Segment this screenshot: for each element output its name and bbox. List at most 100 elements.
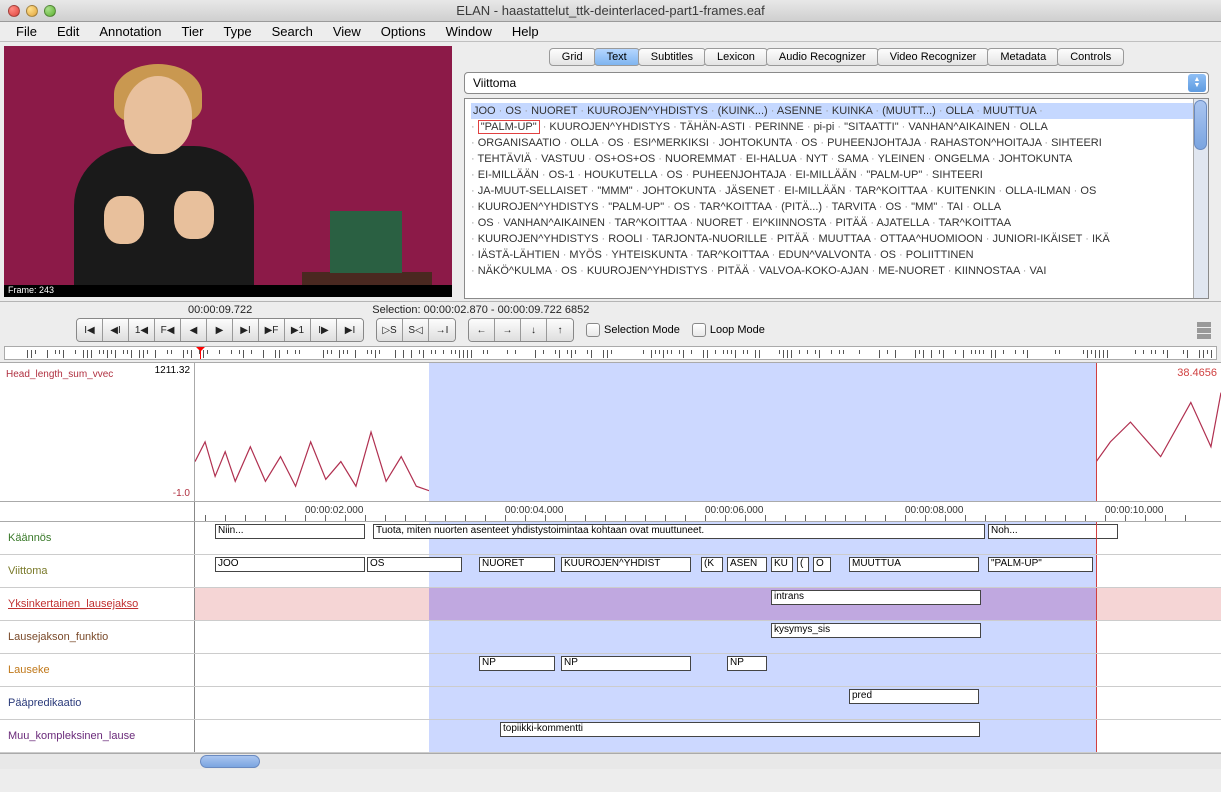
text-word[interactable]: RAHASTON^HOITAJA	[930, 137, 1041, 149]
text-word[interactable]: ORGANISAATIO	[478, 137, 561, 149]
text-word[interactable]: TARJONTA-NUORILLE	[652, 233, 767, 245]
annotation[interactable]: NP	[479, 656, 555, 671]
text-word[interactable]: KUUROJEN^YHDISTYS	[549, 121, 670, 133]
text-word[interactable]: (KUINK...)	[718, 105, 768, 117]
text-word[interactable]: EI-MILLÄÄN	[784, 185, 845, 197]
text-word[interactable]: "PALM-UP"	[608, 201, 664, 213]
text-word[interactable]: (MUUTT...)	[882, 105, 936, 117]
annotation[interactable]: "PALM-UP"	[988, 557, 1093, 572]
horizontal-scrollbar[interactable]	[0, 753, 1221, 769]
annotation[interactable]: JOO	[215, 557, 365, 572]
text-word[interactable]: (PITÄ...)	[781, 201, 822, 213]
text-word[interactable]: OLLA	[946, 105, 974, 117]
text-word[interactable]: EI-MILLÄÄN	[478, 169, 539, 181]
tier-name[interactable]: Yksinkertainen_lausejakso	[0, 588, 195, 620]
text-word[interactable]: OS	[880, 249, 896, 261]
text-word[interactable]: TAR^KOITTAA	[855, 185, 927, 197]
tier-body[interactable]: Niin... Tuota, miten nuorten asenteet yhd…	[195, 522, 1221, 554]
text-word[interactable]: TEHTÄVIÄ	[478, 153, 532, 165]
text-word[interactable]: ROOLI	[608, 233, 642, 245]
text-word[interactable]: EI-MILLÄÄN	[795, 169, 856, 181]
text-word[interactable]: ONGELMA	[934, 153, 988, 165]
text-word[interactable]: YHTEISKUNTA	[611, 249, 687, 261]
playback-btn-3[interactable]: F◀	[155, 319, 181, 341]
text-word[interactable]: TAR^KOITTAA	[615, 217, 687, 229]
text-word[interactable]: ESI^MERKIKSI	[633, 137, 708, 149]
text-word[interactable]: VALVOA-KOKO-AJAN	[759, 265, 869, 277]
tier-name[interactable]: Käännös	[0, 522, 195, 554]
text-word[interactable]: EI^KIINNOSTA	[752, 217, 825, 229]
text-word[interactable]: OLLA	[973, 201, 1001, 213]
playback-btn-9[interactable]: I▶	[311, 319, 337, 341]
text-word[interactable]: KUUROJEN^YHDISTYS	[587, 265, 708, 277]
time-ruler[interactable]: 00:00:02.00000:00:04.00000:00:06.00000:0…	[0, 502, 1221, 522]
text-word[interactable]: "PALM-UP"	[478, 120, 540, 134]
menu-view[interactable]: View	[323, 22, 371, 41]
playback-btn-4[interactable]: ◀	[181, 319, 207, 341]
text-word[interactable]: PITÄÄ	[777, 233, 809, 245]
text-word[interactable]: PITÄÄ	[836, 217, 868, 229]
playback-btn-6[interactable]: ▶I	[233, 319, 259, 341]
text-panel[interactable]: JOO · OS · NUORET · KUUROJEN^YHDISTYS · …	[464, 98, 1209, 299]
text-word[interactable]: TAR^KOITTAA	[938, 217, 1011, 229]
menu-help[interactable]: Help	[502, 22, 549, 41]
playback-btn-2[interactable]: 1◀	[129, 319, 155, 341]
tier-body[interactable]: pred	[195, 687, 1221, 719]
tier-name[interactable]: Muu_kompleksinen_lause	[0, 720, 195, 752]
text-word[interactable]: SIHTEERI	[1051, 137, 1102, 149]
text-word[interactable]: SAMA	[837, 153, 868, 165]
text-word[interactable]: "PALM-UP"	[866, 169, 922, 181]
annotation[interactable]: Niin...	[215, 524, 365, 539]
arrow-btn-2[interactable]: ↓	[521, 319, 547, 341]
annotation[interactable]: Noh...	[988, 524, 1118, 539]
text-word[interactable]: POLIITTINEN	[906, 249, 974, 261]
tab-audio-recognizer[interactable]: Audio Recognizer	[766, 48, 879, 66]
text-word[interactable]: JOHTOKUNTA	[642, 185, 715, 197]
menu-window[interactable]: Window	[436, 22, 502, 41]
annotation[interactable]: intrans	[771, 590, 981, 605]
annotation[interactable]: MUUTTUA	[849, 557, 979, 572]
annotation[interactable]: kysymys_sis	[771, 623, 981, 638]
menu-edit[interactable]: Edit	[47, 22, 89, 41]
text-word[interactable]: OLLA	[1020, 121, 1048, 133]
text-word[interactable]: OS-1	[549, 169, 575, 181]
checkbox-icon[interactable]	[692, 323, 706, 337]
text-word[interactable]: SIHTEERI	[932, 169, 983, 181]
text-word[interactable]: OS	[1080, 185, 1096, 197]
text-word[interactable]: TAR^KOITTAA	[697, 249, 769, 261]
sel-btn-0[interactable]: ▷S	[377, 319, 403, 341]
menu-tier[interactable]: Tier	[172, 22, 214, 41]
menu-options[interactable]: Options	[371, 22, 436, 41]
playback-btn-8[interactable]: ▶1	[285, 319, 311, 341]
text-word[interactable]: OS	[667, 169, 683, 181]
text-word[interactable]: OS	[478, 217, 494, 229]
text-word[interactable]: OS	[561, 265, 577, 277]
text-word[interactable]: JOHTOKUNTA	[719, 137, 792, 149]
tier-body[interactable]: NPNPNP	[195, 654, 1221, 686]
text-word[interactable]: PERINNE	[755, 121, 804, 133]
annotation[interactable]: OS	[367, 557, 462, 572]
menu-search[interactable]: Search	[262, 22, 323, 41]
tier-body[interactable]: kysymys_sis	[195, 621, 1221, 653]
text-word[interactable]: KUINKA	[832, 105, 872, 117]
tab-lexicon[interactable]: Lexicon	[704, 48, 768, 66]
tier-name[interactable]: Lauseke	[0, 654, 195, 686]
text-word[interactable]: YLEINEN	[878, 153, 925, 165]
text-word[interactable]: NUOREMMAT	[665, 153, 736, 165]
annotation[interactable]: O	[813, 557, 831, 572]
text-word[interactable]: HOUKUTELLA	[584, 169, 657, 181]
text-word[interactable]: OS	[801, 137, 817, 149]
tab-video-recognizer[interactable]: Video Recognizer	[877, 48, 990, 66]
scrollbar-thumb[interactable]	[1194, 100, 1207, 150]
tier-body[interactable]: topiikki-kommentti	[195, 720, 1221, 752]
playback-btn-0[interactable]: I◀	[77, 319, 103, 341]
annotation[interactable]: (K	[701, 557, 723, 572]
arrow-btn-0[interactable]: ←	[469, 319, 495, 341]
text-word[interactable]: NYT	[806, 153, 828, 165]
playback-btn-1[interactable]: ◀I	[103, 319, 129, 341]
annotation[interactable]: NP	[561, 656, 691, 671]
text-word[interactable]: "MM"	[911, 201, 937, 213]
playback-btn-5[interactable]: ▶	[207, 319, 233, 341]
annotation[interactable]: Tuota, miten nuorten asenteet yhdistysto…	[373, 524, 985, 539]
annotation[interactable]: KU	[771, 557, 793, 572]
